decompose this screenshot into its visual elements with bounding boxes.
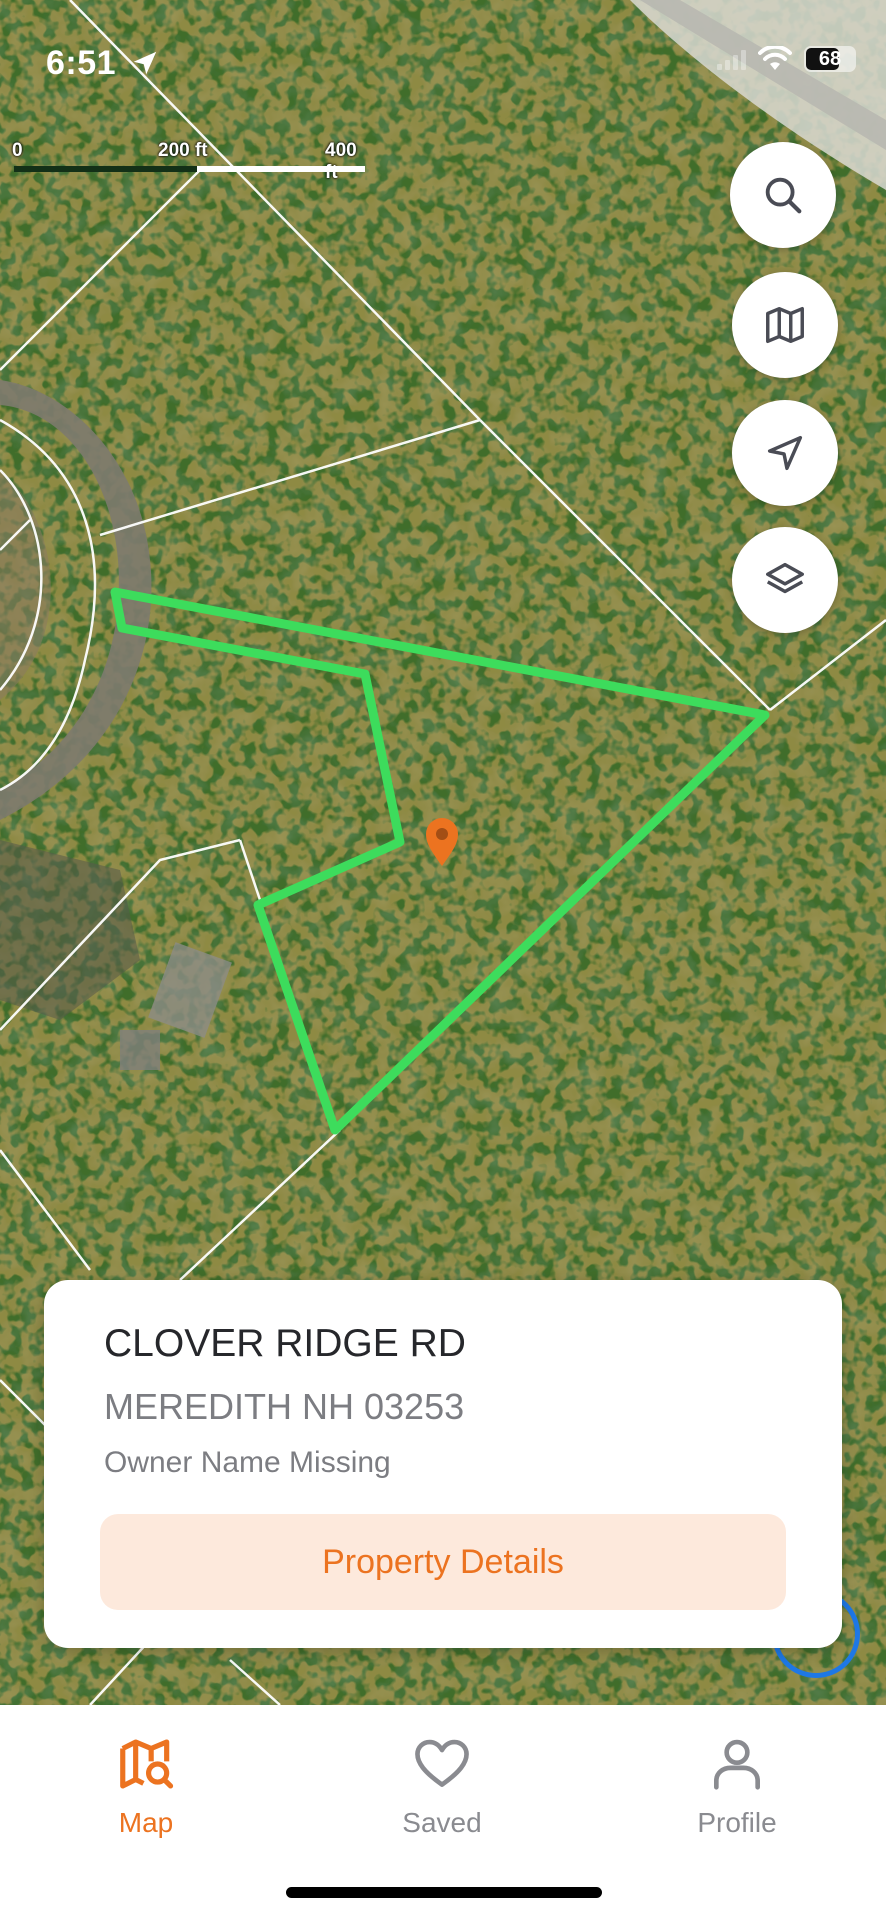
home-indicator[interactable] <box>286 1887 602 1898</box>
status-time: 6:51 <box>46 44 117 82</box>
location-arrow-icon <box>133 51 157 75</box>
heart-icon <box>415 1739 469 1787</box>
scale-segment-light <box>197 166 365 172</box>
person-icon <box>714 1739 760 1790</box>
status-bar: 6:51 68 <box>0 0 886 130</box>
tab-saved[interactable]: Saved <box>332 1733 552 1839</box>
property-street: CLOVER RIDGE RD <box>104 1322 466 1365</box>
scale-label-200: 200 ft <box>158 140 208 161</box>
map-search-icon <box>120 1739 174 1789</box>
layers-icon <box>766 562 804 594</box>
tab-saved-label: Saved <box>402 1807 482 1838</box>
signal-icon <box>717 48 746 70</box>
battery-icon: 68 <box>804 46 856 72</box>
tab-profile-label: Profile <box>697 1807 777 1838</box>
map-icon <box>766 306 804 344</box>
scale-label-400: 400 ft <box>325 140 357 183</box>
property-city-line: MEREDITH NH 03253 <box>104 1386 465 1427</box>
locate-me-button[interactable] <box>732 400 838 506</box>
search-icon <box>765 177 802 214</box>
property-card[interactable]: CLOVER RIDGE RD MEREDITH NH 03253 Owner … <box>44 1280 842 1648</box>
tab-map[interactable]: Map <box>36 1733 256 1839</box>
tab-profile[interactable]: Profile <box>627 1733 847 1839</box>
tab-map-label: Map <box>118 1807 174 1838</box>
map-scale-bar: 0 200 ft 400 ft <box>10 140 370 183</box>
layers-button[interactable] <box>732 527 838 633</box>
wifi-icon <box>758 46 792 70</box>
navigation-arrow-icon <box>767 435 803 471</box>
search-button[interactable] <box>730 142 836 248</box>
battery-percent: 68 <box>818 48 842 70</box>
property-owner: Owner Name Missing <box>104 1446 391 1479</box>
scale-label-0: 0 <box>12 140 23 161</box>
property-details-button[interactable]: Property Details <box>100 1514 786 1610</box>
scale-segment-dark <box>14 166 197 172</box>
map-style-button[interactable] <box>732 272 838 378</box>
